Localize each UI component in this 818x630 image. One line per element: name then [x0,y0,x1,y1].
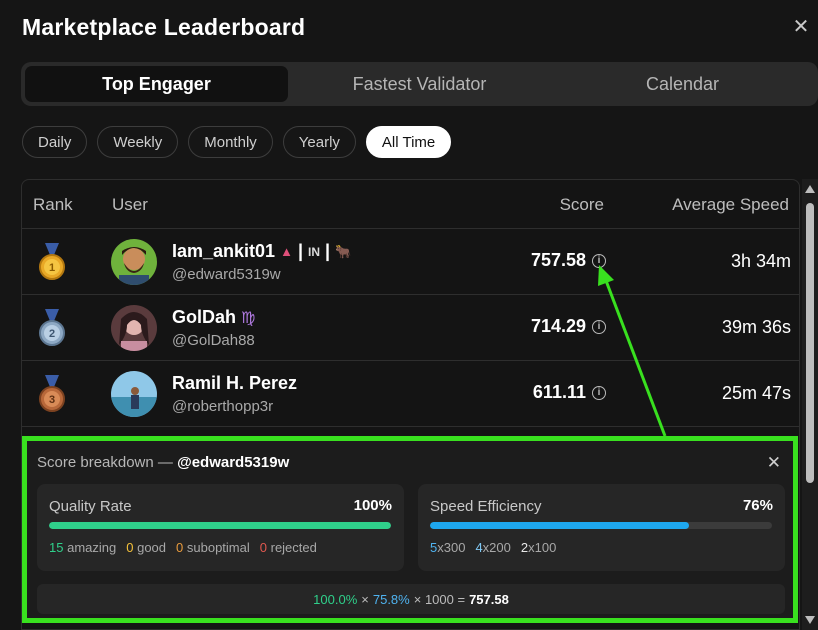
score-value: 611.11 i [533,382,606,403]
speed-efficiency-card: Speed Efficiency 76% 5x300 4x200 2x100 [418,484,785,571]
score-formula: 100.0% × 75.8% × 1000 = 757.58 [37,584,785,614]
average-speed: 39m 36s [721,317,791,337]
svg-text:1: 1 [49,262,55,274]
score-value: 714.29 i [531,316,606,337]
gold-medal-icon: 1 [39,243,65,280]
breakdown-title: Score breakdown — @edward5319w [37,454,290,471]
avatar[interactable] [111,305,157,351]
header-user: User [112,195,148,214]
close-icon[interactable]: ✕ [790,16,812,38]
close-icon[interactable]: ✕ [767,453,781,473]
virgo-icon: ♍ [241,309,256,327]
svg-text:3: 3 [49,394,55,406]
speed-efficiency-value: 76% [742,497,773,514]
info-icon[interactable]: i [592,319,606,334]
quality-rate-bar-fill [49,522,391,529]
bull-icon: 🐂 [335,243,352,259]
speed-efficiency-bar-fill [430,522,690,529]
table-row[interactable]: 1 Iam_ankit01 ▲ | IN | 🐂 @edward5319w 75… [22,229,799,295]
score-value: 757.58 i [531,250,606,271]
avatar[interactable] [111,371,157,417]
silver-medal-icon: 2 [39,309,65,346]
info-icon[interactable]: i [592,385,606,400]
svg-text:2: 2 [49,328,55,340]
period-all-time[interactable]: All Time [365,126,452,158]
user-handle: @GolDah88 [172,332,255,349]
info-icon[interactable]: i [592,253,606,268]
table-row[interactable]: 3 Ramil H. Perez @roberthopp3r 611.11 i … [22,361,799,427]
leaderboard-tabs: Top Engager Fastest Validator Calendar [21,62,818,106]
speed-efficiency-label: Speed Efficiency [430,498,542,515]
header-rank: Rank [33,195,73,214]
header-score: Score [559,195,604,214]
quality-rate-label: Quality Rate [49,498,132,515]
average-speed: 3h 34m [730,251,791,271]
header-average-speed: Average Speed [672,195,789,214]
user-name[interactable]: GolDah ♍ [172,307,255,328]
user-handle: @edward5319w [172,266,281,283]
user-name[interactable]: Ramil H. Perez [172,373,297,394]
user-name[interactable]: Iam_ankit01 ▲ | IN | 🐂 [172,241,351,262]
quality-stats: 15 amazing 0 good 0 suboptimal 0 rejecte… [49,540,317,555]
tab-fastest-validator[interactable]: Fastest Validator [288,66,551,102]
period-daily[interactable]: Daily [22,126,88,158]
quality-rate-card: Quality Rate 100% 15 amazing 0 good 0 su… [37,484,404,571]
avatar[interactable] [111,239,157,285]
quality-rate-bar [49,522,391,529]
page-title: Marketplace Leaderboard [22,14,306,40]
period-monthly[interactable]: Monthly [188,126,273,158]
table-row[interactable]: 2 GolDah ♍ @GolDah88 714.29 i 39m 36s [22,295,799,361]
period-filter: Daily Weekly Monthly Yearly All Time [22,126,452,158]
speed-stats: 5x300 4x200 2x100 [430,540,557,555]
score-breakdown-popover: Score breakdown — @edward5319w ✕ Quality… [22,436,798,623]
table-header: Rank User Score Average Speed [22,180,799,229]
scrollbar[interactable] [802,179,818,630]
scroll-down-icon[interactable] [805,616,815,624]
period-weekly[interactable]: Weekly [97,126,179,158]
scroll-thumb[interactable] [806,203,814,483]
tab-top-engager[interactable]: Top Engager [25,66,288,102]
period-yearly[interactable]: Yearly [282,126,356,158]
tab-calendar[interactable]: Calendar [551,66,814,102]
bronze-medal-icon: 3 [39,375,65,412]
user-handle: @roberthopp3r [172,398,274,415]
quality-rate-value: 100% [353,497,392,514]
scroll-up-icon[interactable] [805,185,815,193]
speed-efficiency-bar [430,522,772,529]
average-speed: 25m 47s [721,383,791,403]
